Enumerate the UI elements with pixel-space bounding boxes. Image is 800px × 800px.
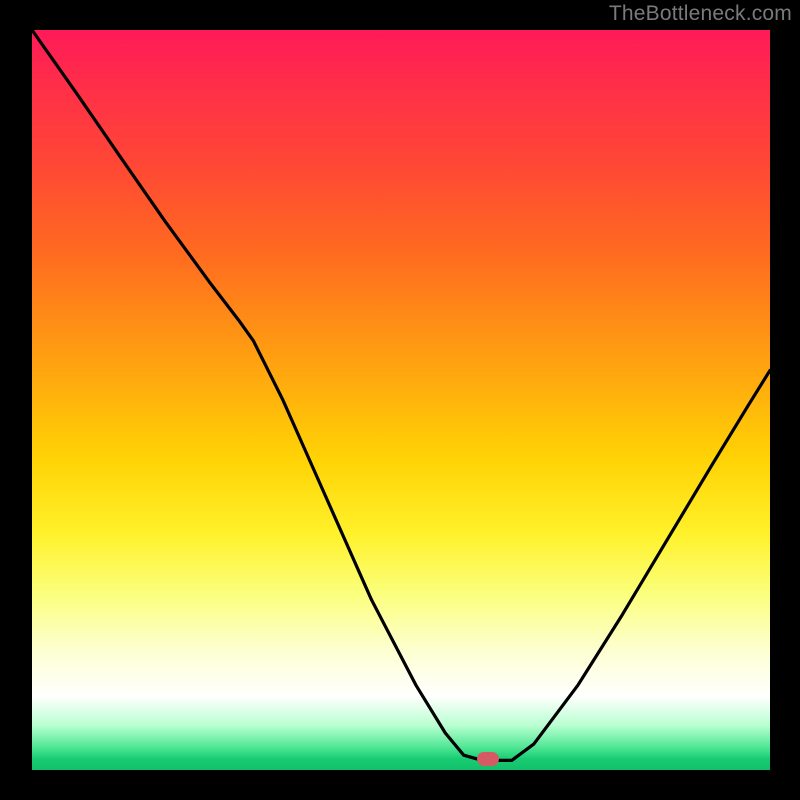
chart-frame: TheBottleneck.com bbox=[0, 0, 800, 800]
bottleneck-curve bbox=[32, 30, 770, 770]
plot-area bbox=[32, 30, 770, 770]
minimum-marker bbox=[477, 752, 499, 766]
watermark-text: TheBottleneck.com bbox=[609, 2, 792, 26]
